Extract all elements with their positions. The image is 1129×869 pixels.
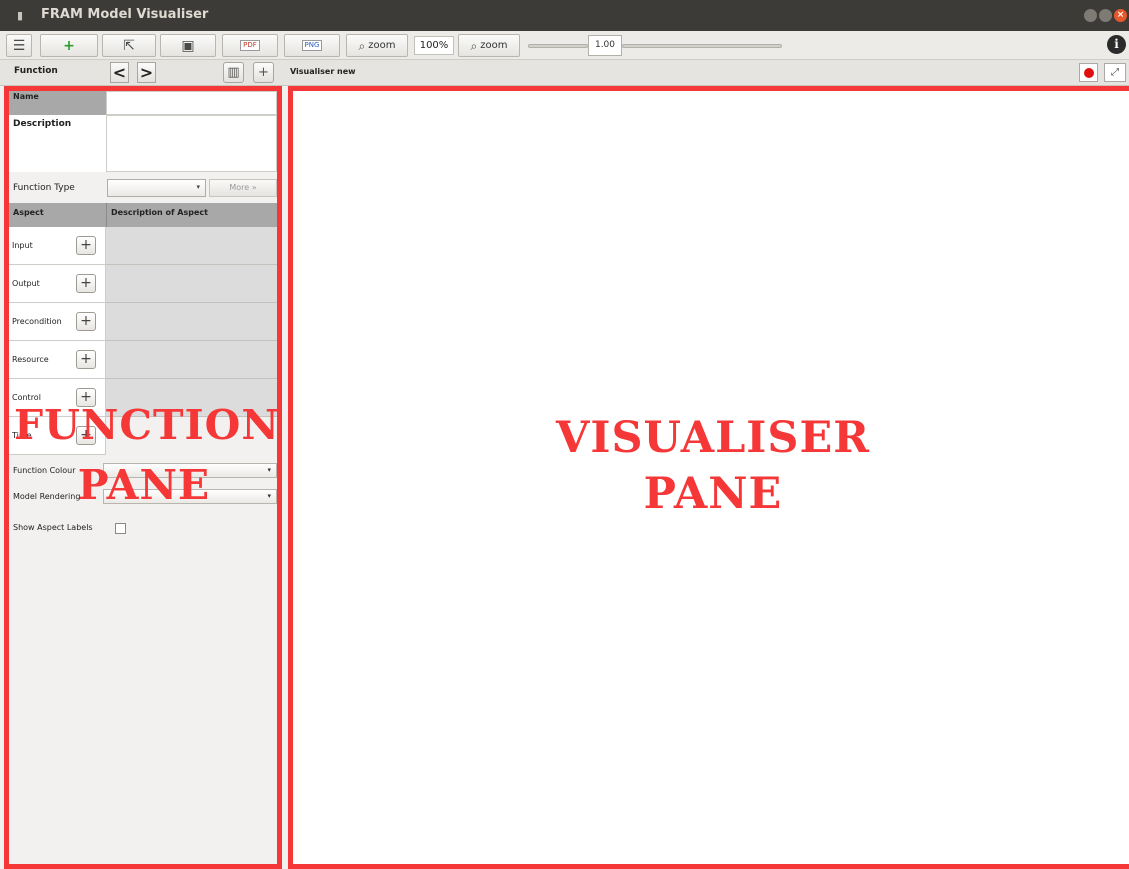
save-button[interactable]: ▣	[160, 34, 216, 57]
zoom-in-label: zoom	[480, 40, 508, 51]
double-chevron-right-icon: »	[251, 183, 257, 192]
minimize-button[interactable]	[1084, 9, 1097, 22]
app-icon: ▮	[17, 9, 24, 22]
zoom-level-display: 100%	[414, 36, 454, 55]
aspect-row-input: Input +	[9, 227, 106, 265]
window-title: FRAM Model Visualiser	[41, 7, 209, 22]
show-aspect-labels-label: Show Aspect Labels	[13, 523, 93, 532]
function-pane-title: Function	[14, 66, 58, 76]
zoom-out-icon: ⌕	[358, 38, 366, 53]
scale-slider-value[interactable]: 1.00	[588, 35, 622, 56]
open-file-icon: ⇱	[123, 37, 135, 54]
pane-header-bar: Function < > ▥ + Visualiser new ⤢	[0, 60, 1129, 86]
aspect-label-resource: Resource	[12, 355, 49, 364]
maximize-button[interactable]	[1099, 9, 1112, 22]
function-type-select[interactable]: ▾	[107, 179, 206, 197]
aspect-description-header: Description of Aspect	[106, 203, 277, 227]
function-pane-overlay-line2: PANE	[77, 461, 211, 509]
main-toolbar: ☰ + ⇱ ▣ PDF PNG ⌕ zoom 100% ⌕ zoom 1.00 …	[0, 31, 1129, 60]
menu-button[interactable]: ☰	[6, 34, 32, 57]
plus-icon: +	[258, 65, 269, 80]
more-button[interactable]: More »	[209, 179, 277, 197]
plus-icon: +	[63, 37, 75, 54]
app-window: ▮ FRAM Model Visualiser × ☰ + ⇱ ▣ PDF PN…	[0, 0, 1129, 869]
previous-function-button[interactable]: <	[110, 62, 129, 83]
more-button-label: More	[229, 183, 250, 192]
aspect-desc-precondition[interactable]	[106, 303, 277, 341]
scale-slider-track-left[interactable]	[528, 44, 588, 48]
fullscreen-button[interactable]: ⤢	[1104, 63, 1126, 82]
record-button[interactable]	[1079, 63, 1098, 82]
description-label: Description	[9, 115, 106, 172]
aspect-desc-input[interactable]	[106, 227, 277, 265]
zoom-in-icon: ⌕	[470, 38, 478, 53]
aspect-label-input: Input	[12, 241, 33, 250]
visualiser-pane[interactable]: VISUALISER PANE	[288, 86, 1129, 869]
function-pane-overlay-line1: FUNCTION	[14, 401, 280, 449]
expand-icon: ⤢	[1111, 67, 1119, 78]
floppy-disk-icon: ▣	[181, 37, 195, 54]
zoom-out-button[interactable]: ⌕ zoom	[346, 34, 408, 57]
add-input-button[interactable]: +	[76, 236, 96, 255]
visualiser-pane-overlay-line1: VISUALISER	[556, 413, 870, 463]
show-aspect-labels-checkbox[interactable]	[115, 523, 126, 534]
trash-icon: ▥	[227, 65, 240, 80]
close-button[interactable]: ×	[1114, 9, 1127, 22]
aspect-row-precondition: Precondition +	[9, 303, 106, 341]
chevron-down-icon: ▾	[196, 183, 200, 191]
aspect-desc-resource[interactable]	[106, 341, 277, 379]
zoom-out-label: zoom	[368, 40, 396, 51]
visualiser-pane-overlay-line2: PANE	[643, 469, 783, 519]
add-function-button[interactable]: +	[253, 62, 274, 83]
zoom-in-button[interactable]: ⌕ zoom	[458, 34, 520, 57]
png-icon: PNG	[301, 40, 323, 51]
export-pdf-button[interactable]: PDF	[222, 34, 278, 57]
pdf-icon: PDF	[240, 40, 260, 51]
open-button[interactable]: ⇱	[102, 34, 156, 57]
scale-slider-track-right[interactable]	[622, 44, 782, 48]
name-label: Name	[9, 91, 106, 115]
add-output-button[interactable]: +	[76, 274, 96, 293]
aspect-label-output: Output	[12, 279, 40, 288]
function-pane: Name Description Function Type ▾ More » …	[4, 86, 282, 869]
title-bar: ▮ FRAM Model Visualiser ×	[0, 0, 1129, 31]
hamburger-icon: ☰	[12, 37, 26, 54]
aspect-row-resource: Resource +	[9, 341, 106, 379]
record-icon	[1084, 68, 1094, 78]
aspect-row-output: Output +	[9, 265, 106, 303]
add-precondition-button[interactable]: +	[76, 312, 96, 331]
new-function-button[interactable]: +	[40, 34, 98, 57]
aspect-desc-output[interactable]	[106, 265, 277, 303]
function-type-label: Function Type	[13, 183, 75, 193]
export-png-button[interactable]: PNG	[284, 34, 340, 57]
name-field[interactable]	[106, 91, 277, 115]
next-function-button[interactable]: >	[137, 62, 156, 83]
aspect-label-precondition: Precondition	[12, 317, 62, 326]
delete-function-button[interactable]: ▥	[223, 62, 244, 83]
description-field[interactable]	[106, 115, 277, 172]
add-resource-button[interactable]: +	[76, 350, 96, 369]
visualiser-pane-title: Visualiser new	[290, 67, 356, 76]
info-icon[interactable]: i	[1107, 35, 1126, 54]
aspect-header: Aspect	[9, 203, 106, 227]
